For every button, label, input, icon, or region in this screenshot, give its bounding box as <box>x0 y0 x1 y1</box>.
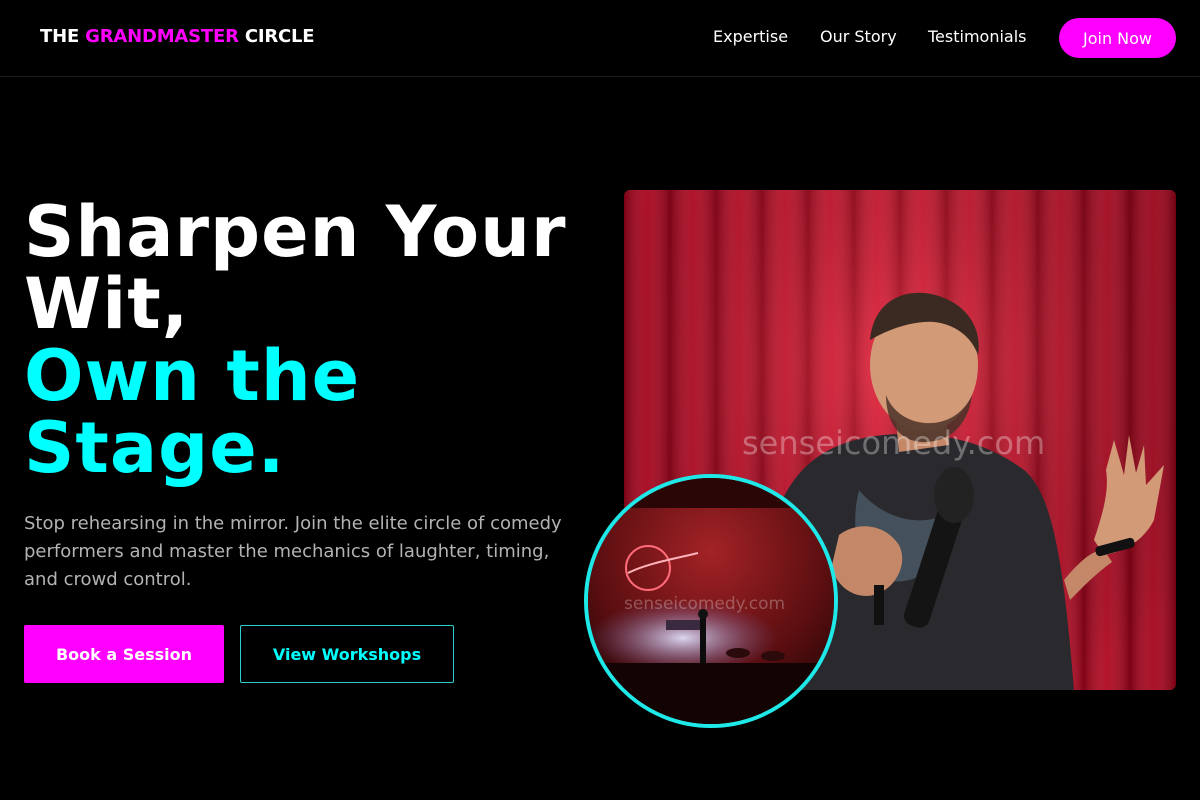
inset-photo-watermark: senseicomedy.com <box>624 594 786 614</box>
nav-link-testimonials[interactable]: Testimonials <box>928 27 1027 46</box>
headline-line-1: Sharpen Your <box>24 191 567 273</box>
nav-link-expertise[interactable]: Expertise <box>713 27 788 46</box>
hero-headline: Sharpen Your Wit, Own the Stage. <box>24 196 604 484</box>
site-logo[interactable]: THE GRANDMASTER CIRCLE <box>40 26 315 47</box>
hero-subcopy: Stop rehearsing in the mirror. Join the … <box>24 513 562 590</box>
join-now-button[interactable]: Join Now <box>1059 18 1176 58</box>
logo-accent: GRANDMASTER <box>85 26 239 47</box>
logo-suffix: CIRCLE <box>244 26 315 47</box>
site-header: THE GRANDMASTER CIRCLE Expertise Our Sto… <box>0 0 1200 77</box>
headline-line-2: Wit, <box>24 263 190 345</box>
nav-link-our-story[interactable]: Our Story <box>820 27 897 46</box>
book-session-button[interactable]: Book a Session <box>24 625 224 683</box>
main-photo-watermark: senseicomedy.com <box>742 424 1046 462</box>
logo-prefix: THE <box>40 26 80 47</box>
headline-line-3: Own the <box>24 335 361 417</box>
view-workshops-button[interactable]: View Workshops <box>240 625 454 683</box>
headline-line-4: Stage. <box>24 407 286 489</box>
